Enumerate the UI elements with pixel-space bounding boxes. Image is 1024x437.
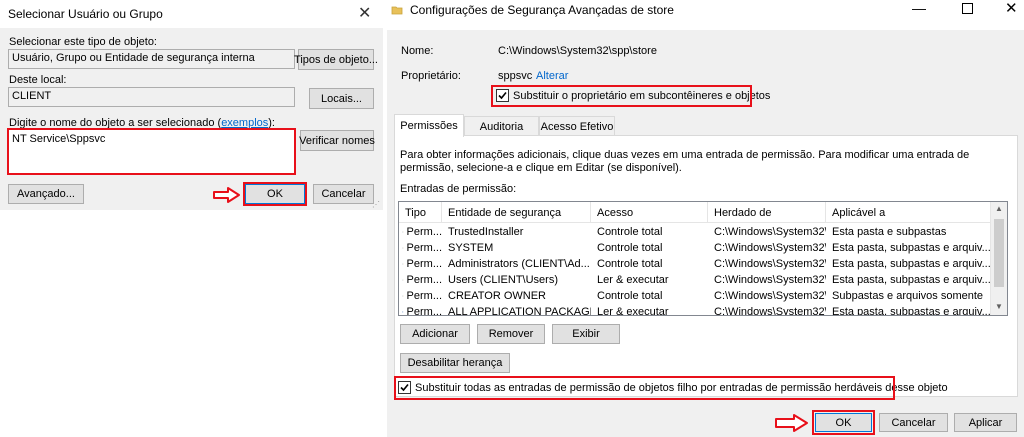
table-row[interactable]: Perm... TrustedInstaller Controle total … [399,224,992,240]
info-text: Para obter informações adicionais, cliqu… [400,149,970,174]
app-packages-icon [402,311,404,313]
column-header-acesso[interactable]: Acesso [591,202,708,223]
advanced-security-dialog: Configurações de Segurança Avançadas de … [387,0,1024,437]
left-ok-button[interactable]: OK [245,184,305,204]
owner-label: Proprietário: [401,70,461,82]
permission-entries-list[interactable]: Tipo Entidade de segurança Acesso Herdad… [398,201,1008,316]
advanced-button[interactable]: Avançado... [8,184,84,204]
users-icon [402,263,404,265]
check-names-button[interactable]: Verificar nomes [299,130,375,151]
table-row[interactable]: Perm... SYSTEM Controle total C:\Windows… [399,240,992,256]
replace-children-checkbox[interactable] [398,381,411,394]
arrow-right-icon [775,414,808,432]
location-field: CLIENT [8,87,295,107]
table-row[interactable]: Perm... ALL APPLICATION PACKAGES Ler & e… [399,304,992,315]
checkmark-icon [498,91,507,100]
examples-link[interactable]: exemplos [221,117,268,129]
column-header-herdado[interactable]: Herdado de [708,202,826,223]
object-types-button[interactable]: Tipos de objeto... [294,49,378,70]
tab-acesso-efetivo[interactable]: Acesso Efetivo [539,116,615,136]
checkmark-icon [400,383,409,392]
replace-children-label: Substituir todas as entradas de permissã… [415,381,948,394]
location-label: Deste local: [9,74,67,86]
select-user-dialog: Selecionar Usuário ou Grupo ✕ Selecionar… [0,0,383,210]
maximize-icon[interactable] [962,3,973,14]
advanced-security-titlebar: Configurações de Segurança Avançadas de … [387,0,1024,30]
object-type-field: Usuário, Grupo ou Entidade de segurança … [8,49,295,69]
scrollbar-thumb[interactable] [994,219,1004,287]
advanced-security-title: Configurações de Segurança Avançadas de … [410,3,674,17]
arrow-right-icon [213,187,240,203]
column-header-aplicavel[interactable]: Aplicável a [826,202,992,223]
users-icon [402,231,404,233]
entries-label: Entradas de permissão: [400,183,517,195]
replace-owner-checkbox[interactable] [496,89,509,102]
name-label: Nome: [401,45,434,57]
change-owner-link[interactable]: Alterar [536,70,568,82]
table-row[interactable]: Perm... CREATOR OWNER Controle total C:\… [399,288,992,304]
left-cancel-button[interactable]: Cancelar [313,184,374,204]
resize-grip-icon[interactable]: ⋰ [372,200,380,209]
tab-auditoria[interactable]: Auditoria [464,116,539,136]
users-icon [402,295,404,297]
scroll-up-icon[interactable]: ▲ [995,204,1003,213]
users-icon [402,279,404,281]
table-row[interactable]: Perm... Administrators (CLIENT\Ad... Con… [399,256,992,272]
right-ok-button[interactable]: OK [815,413,872,432]
list-scrollbar[interactable]: ▲ ▼ [990,202,1007,315]
users-icon [402,247,404,249]
minimize-icon[interactable]: — [912,0,926,16]
select-user-titlebar: Selecionar Usuário ou Grupo ✕ [0,0,383,28]
column-header-entidade[interactable]: Entidade de segurança [442,202,591,223]
folder-icon [391,6,403,15]
name-value: C:\Windows\System32\spp\store [498,45,657,57]
object-type-label: Selecionar este tipo de objeto: [9,36,157,48]
list-header: Tipo Entidade de segurança Acesso Herdad… [399,202,992,223]
apply-button[interactable]: Aplicar [954,413,1017,432]
right-cancel-button[interactable]: Cancelar [879,413,948,432]
close-icon[interactable]: ✕ [358,3,371,23]
locations-button[interactable]: Locais... [309,88,374,109]
remove-button[interactable]: Remover [477,324,545,344]
owner-value: sppsvc [498,70,533,82]
replace-owner-option[interactable]: Substituir o proprietário em subcontêine… [496,89,770,102]
column-header-tipo[interactable]: Tipo [399,202,442,223]
close-icon[interactable]: ✕ [1005,0,1018,17]
disable-inheritance-button[interactable]: Desabilitar herança [400,353,510,373]
replace-owner-label: Substituir o proprietário em subcontêine… [513,89,771,102]
tab-permissoes[interactable]: Permissões [394,114,464,137]
add-button[interactable]: Adicionar [400,324,470,344]
table-row[interactable]: Perm... Users (CLIENT\Users) Ler & execu… [399,272,992,288]
view-button[interactable]: Exibir [552,324,620,344]
object-name-label: Digite o nome do objeto a ser selecionad… [9,117,275,129]
object-name-input[interactable]: NT Service\Sppsvc [8,129,295,174]
scroll-down-icon[interactable]: ▼ [995,302,1003,311]
replace-children-option[interactable]: Substituir todas as entradas de permissã… [398,381,948,394]
select-user-title: Selecionar Usuário ou Grupo [8,7,163,21]
